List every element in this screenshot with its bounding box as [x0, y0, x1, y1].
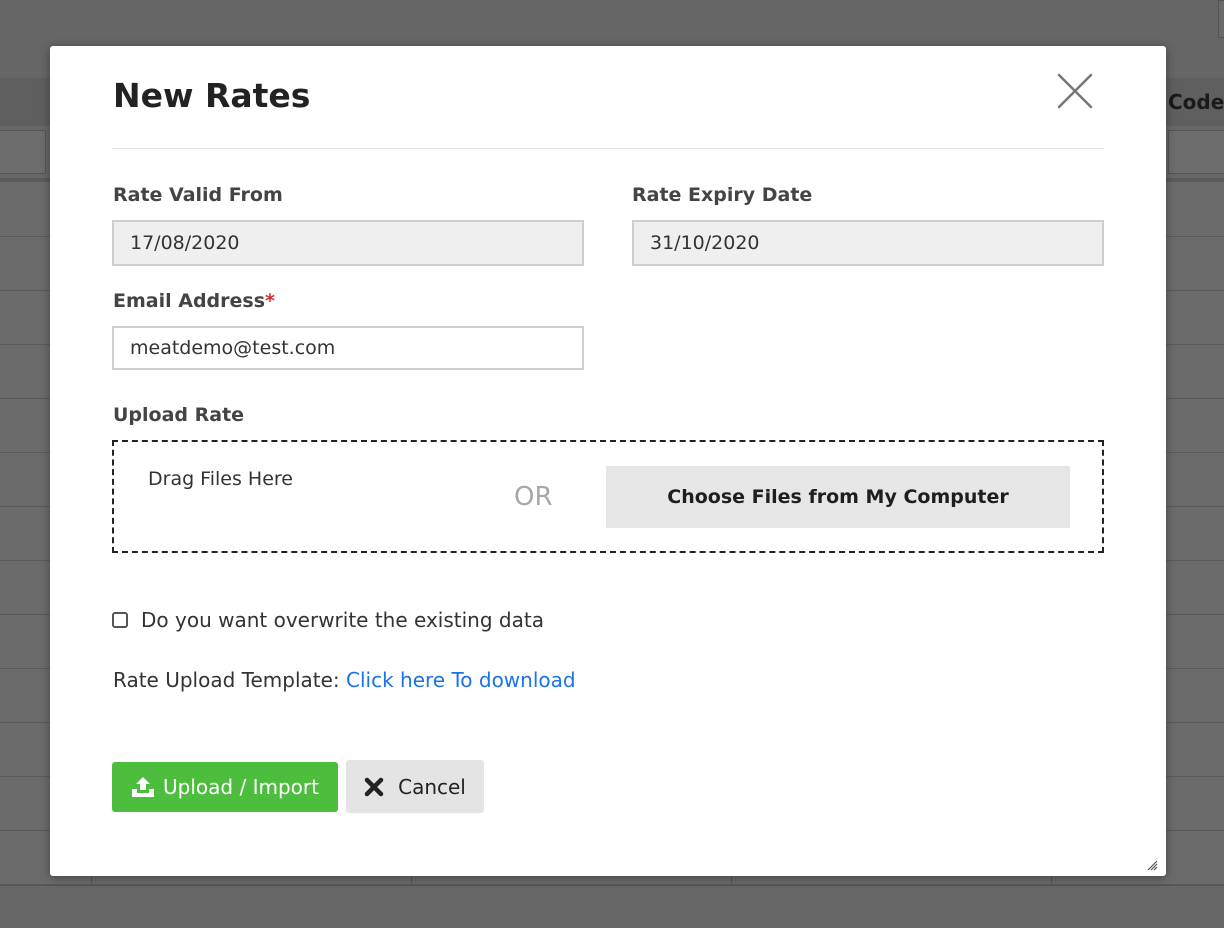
upload-import-label: Upload / Import [163, 775, 319, 799]
resize-handle-icon[interactable] [1146, 856, 1158, 871]
choose-files-button[interactable]: Choose Files from My Computer [606, 466, 1070, 528]
background-filter-input [0, 130, 46, 174]
required-marker: * [265, 290, 275, 312]
drag-files-text: Drag Files Here [148, 468, 293, 490]
modal-title: New Rates [113, 76, 311, 115]
background-footer [0, 885, 1224, 928]
email-field[interactable]: meatdemo@test.com [112, 326, 584, 370]
overwrite-checkbox[interactable] [112, 612, 128, 628]
email-address-label: Email Address* [113, 290, 275, 312]
rate-valid-from-field[interactable]: 17/08/2020 [112, 220, 584, 266]
cancel-button[interactable]: Cancel [346, 760, 484, 813]
overwrite-checkbox-row[interactable]: Do you want overwrite the existing data [112, 608, 544, 632]
header-divider [112, 148, 1104, 149]
background-filter-input-right [1168, 130, 1224, 174]
upload-import-button[interactable]: Upload / Import [112, 762, 338, 812]
file-drop-zone[interactable]: Drag Files Here OR Choose Files from My … [112, 440, 1104, 553]
upload-rate-label: Upload Rate [113, 404, 245, 426]
email-address-label-text: Email Address [113, 290, 266, 312]
background-top-right-control [1218, 0, 1224, 38]
x-icon [364, 777, 384, 797]
template-prefix: Rate Upload Template: [113, 668, 340, 692]
rate-expiry-date-label: Rate Expiry Date [632, 184, 813, 206]
cancel-label: Cancel [398, 774, 466, 799]
template-download-row: Rate Upload Template: Click here To down… [113, 668, 576, 692]
background-column-header-code: Code [1168, 90, 1224, 114]
overwrite-checkbox-label[interactable]: Do you want overwrite the existing data [141, 608, 544, 632]
close-icon[interactable] [1056, 72, 1094, 110]
rate-expiry-date-field[interactable]: 31/10/2020 [632, 220, 1104, 266]
or-separator: OR [514, 482, 553, 512]
new-rates-modal: New Rates Rate Valid From 17/08/2020 Rat… [50, 46, 1166, 876]
rate-valid-from-label: Rate Valid From [113, 184, 283, 206]
upload-icon [131, 776, 155, 798]
template-download-link[interactable]: Click here To download [346, 668, 576, 692]
